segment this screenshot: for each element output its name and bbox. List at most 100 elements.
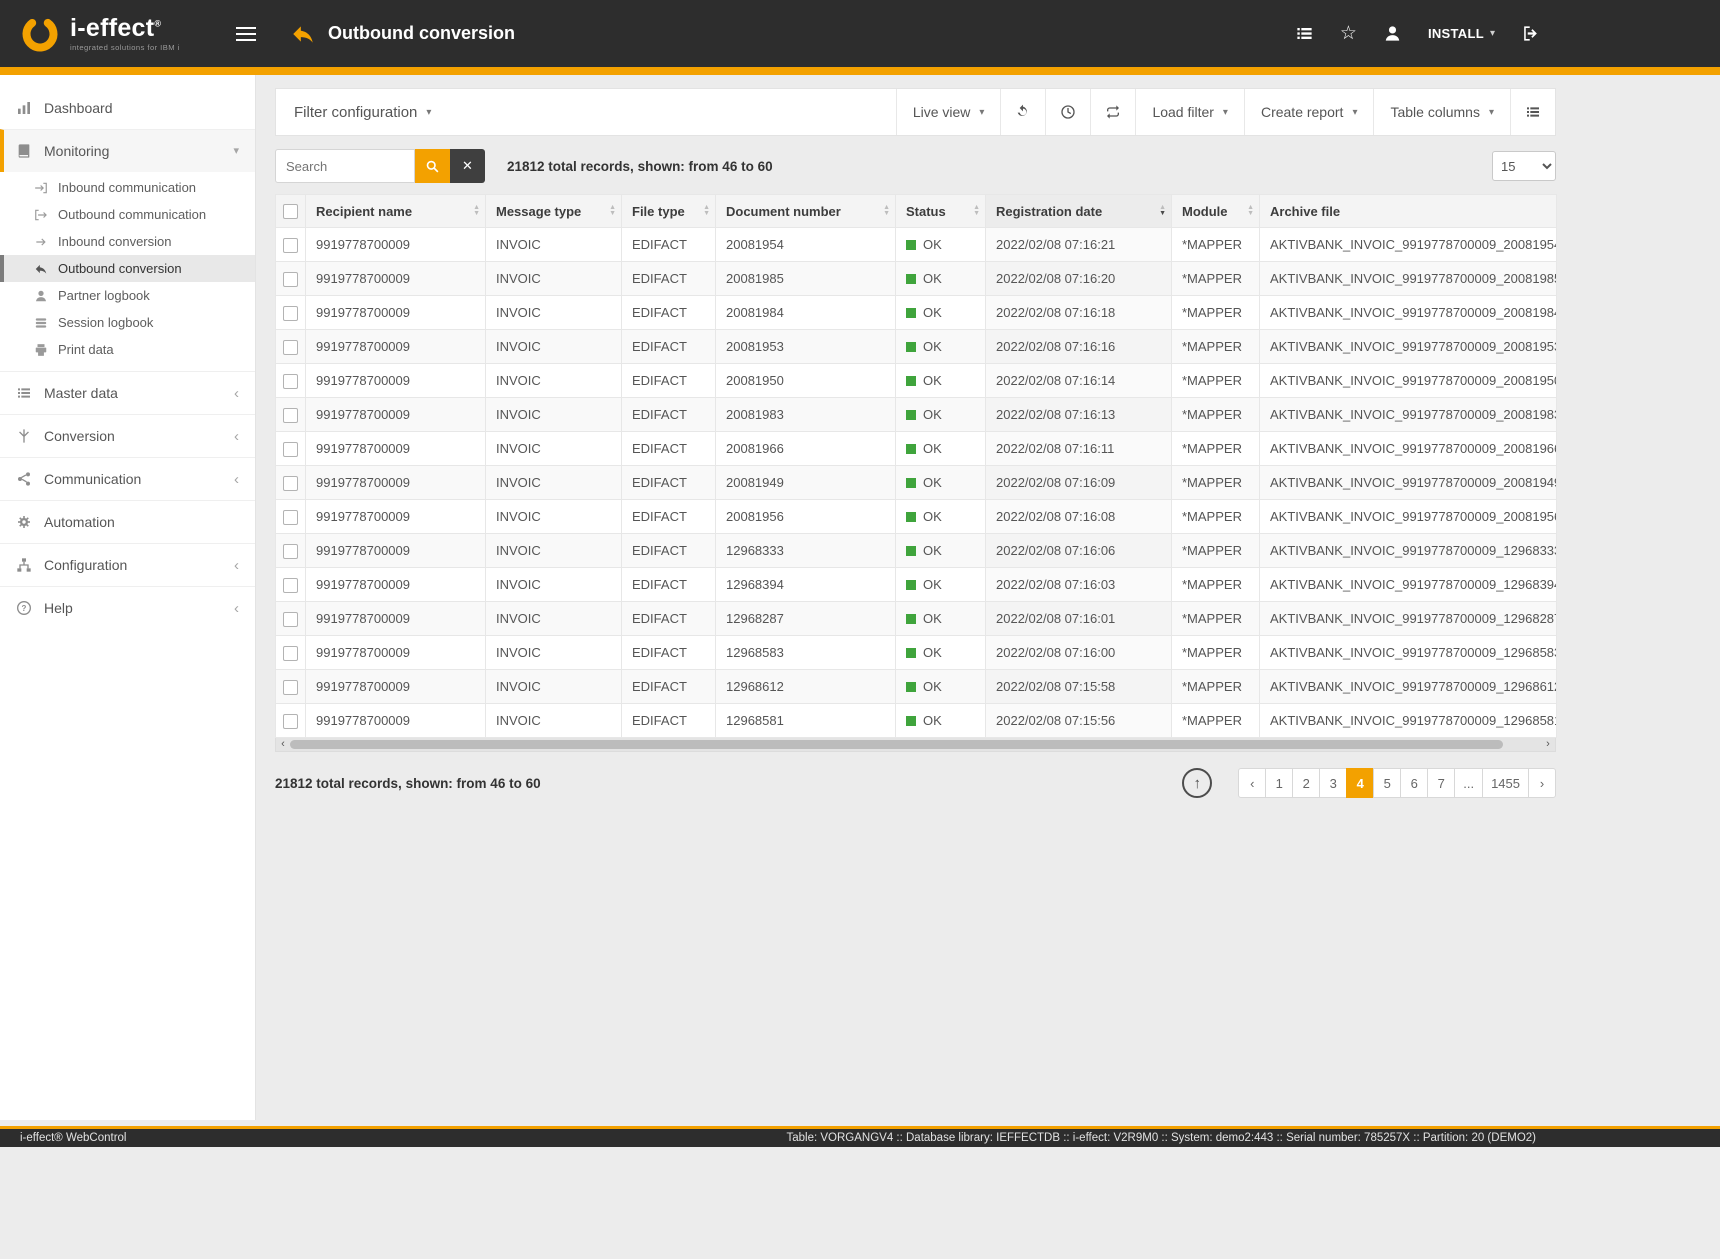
pagination-page-1455[interactable]: 1455 xyxy=(1482,768,1529,798)
row-checkbox[interactable] xyxy=(283,340,298,355)
sidebar-item-configuration[interactable]: Configuration ‹ xyxy=(0,543,255,586)
sidebar-item-communication[interactable]: Communication ‹ xyxy=(0,457,255,500)
logo[interactable]: i-effect® integrated solutions for IBM i xyxy=(20,14,216,54)
create-report-button[interactable]: Create report ▾ xyxy=(1244,89,1374,135)
clear-search-button[interactable]: ✕ xyxy=(450,149,485,183)
auto-refresh-button[interactable] xyxy=(1090,89,1135,135)
row-checkbox[interactable] xyxy=(283,510,298,525)
table-row[interactable]: 9919778700009 INVOIC EDIFACT 20081985 OK… xyxy=(276,262,1557,296)
row-checkbox[interactable] xyxy=(283,476,298,491)
pagination-prev[interactable]: ‹ xyxy=(1238,768,1266,798)
menu-toggle-button[interactable] xyxy=(226,23,266,45)
pagination-next[interactable]: › xyxy=(1528,768,1556,798)
column-header-message-type[interactable]: Message type▲▼ xyxy=(486,195,622,228)
table-row[interactable]: 9919778700009 INVOIC EDIFACT 12968612 OK… xyxy=(276,670,1557,704)
pagination-page-3[interactable]: 3 xyxy=(1319,768,1347,798)
table-row[interactable]: 9919778700009 INVOIC EDIFACT 20081950 OK… xyxy=(276,364,1557,398)
logout-button[interactable] xyxy=(1513,16,1548,51)
row-checkbox[interactable] xyxy=(283,714,298,729)
table-row[interactable]: 9919778700009 INVOIC EDIFACT 12968333 OK… xyxy=(276,534,1557,568)
queue-button[interactable] xyxy=(1287,16,1322,51)
row-checkbox[interactable] xyxy=(283,374,298,389)
status-ok-icon xyxy=(906,580,916,590)
table-row[interactable]: 9919778700009 INVOIC EDIFACT 20081954 OK… xyxy=(276,228,1557,262)
table-row[interactable]: 9919778700009 INVOIC EDIFACT 20081953 OK… xyxy=(276,330,1557,364)
table-row[interactable]: 9919778700009 INVOIC EDIFACT 20081956 OK… xyxy=(276,500,1557,534)
row-checkbox[interactable] xyxy=(283,306,298,321)
scroll-left-icon[interactable]: ‹ xyxy=(276,738,290,751)
search-input[interactable] xyxy=(275,149,415,183)
table-row[interactable]: 9919778700009 INVOIC EDIFACT 20081966 OK… xyxy=(276,432,1557,466)
status-ok-icon xyxy=(906,682,916,692)
page-size-select[interactable]: 15 xyxy=(1492,151,1556,181)
schedule-button[interactable] xyxy=(1045,89,1090,135)
sidebar-item-conversion[interactable]: Conversion ‹ xyxy=(0,414,255,457)
table-row[interactable]: 9919778700009 INVOIC EDIFACT 12968581 OK… xyxy=(276,704,1557,738)
row-checkbox[interactable] xyxy=(283,272,298,287)
table-row[interactable]: 9919778700009 INVOIC EDIFACT 20081984 OK… xyxy=(276,296,1557,330)
sidebar-item-partner-logbook[interactable]: Partner logbook xyxy=(0,282,255,309)
status-label: OK xyxy=(923,441,942,456)
row-checkbox[interactable] xyxy=(283,646,298,661)
pagination-page-7[interactable]: 7 xyxy=(1427,768,1455,798)
pagination-page-4[interactable]: 4 xyxy=(1346,768,1374,798)
select-all-checkbox[interactable] xyxy=(283,204,298,219)
refresh-button[interactable] xyxy=(1000,89,1045,135)
pagination-page-2[interactable]: 2 xyxy=(1292,768,1320,798)
scroll-to-top-button[interactable]: ↑ xyxy=(1182,768,1212,798)
sidebar-item-inbound-conversion[interactable]: Inbound conversion xyxy=(0,228,255,255)
row-checkbox[interactable] xyxy=(283,238,298,253)
pagination-page-6[interactable]: 6 xyxy=(1400,768,1428,798)
sidebar-item-outbound-communication[interactable]: Outbound communication xyxy=(0,201,255,228)
horizontal-scrollbar[interactable]: ‹ › xyxy=(275,738,1556,752)
user-button[interactable] xyxy=(1375,16,1410,51)
column-header-recipient-name[interactable]: Recipient name▲▼ xyxy=(306,195,486,228)
install-menu-button[interactable]: INSTALL ▾ xyxy=(1420,18,1503,49)
table-columns-button[interactable]: Table columns ▾ xyxy=(1373,89,1510,135)
row-checkbox[interactable] xyxy=(283,408,298,423)
search-button[interactable] xyxy=(415,149,450,183)
status-ok-icon xyxy=(906,274,916,284)
filter-configuration-button[interactable]: Filter configuration ▾ xyxy=(276,89,449,135)
column-header-status[interactable]: Status▲▼ xyxy=(896,195,986,228)
column-header-document-number[interactable]: Document number▲▼ xyxy=(716,195,896,228)
install-menu-label: INSTALL xyxy=(1428,26,1484,41)
favorites-button[interactable]: ☆ xyxy=(1332,16,1365,51)
column-header-registration-date[interactable]: Registration date▲▼ xyxy=(986,195,1172,228)
row-checkbox[interactable] xyxy=(283,612,298,627)
cell-file-type: EDIFACT xyxy=(622,670,716,704)
table-row[interactable]: 9919778700009 INVOIC EDIFACT 12968394 OK… xyxy=(276,568,1557,602)
scroll-right-icon[interactable]: › xyxy=(1541,738,1555,751)
sidebar-item-monitoring[interactable]: Monitoring ▾ xyxy=(0,129,255,172)
user-icon xyxy=(1383,24,1402,43)
outbound-communication-icon xyxy=(34,208,48,222)
sidebar-item-inbound-communication[interactable]: Inbound communication xyxy=(0,174,255,201)
sidebar-item-automation[interactable]: Automation xyxy=(0,500,255,543)
sidebar-item-print-data[interactable]: Print data xyxy=(0,336,255,363)
sidebar-item-dashboard[interactable]: Dashboard xyxy=(0,87,255,129)
column-header-archive-file[interactable]: Archive file xyxy=(1260,195,1557,228)
sidebar-item-help[interactable]: ? Help ‹ xyxy=(0,586,255,629)
pagination-page-1[interactable]: 1 xyxy=(1265,768,1293,798)
pagination-page-5[interactable]: 5 xyxy=(1373,768,1401,798)
sidebar-item-master-data[interactable]: Master data ‹ xyxy=(0,371,255,414)
help-icon: ? xyxy=(16,600,32,616)
column-header-module[interactable]: Module▲▼ xyxy=(1172,195,1260,228)
scrollbar-thumb[interactable] xyxy=(290,740,1503,749)
table-row[interactable]: 9919778700009 INVOIC EDIFACT 12968583 OK… xyxy=(276,636,1557,670)
live-view-button[interactable]: Live view ▾ xyxy=(896,89,1001,135)
table-row[interactable]: 9919778700009 INVOIC EDIFACT 20081949 OK… xyxy=(276,466,1557,500)
load-filter-button[interactable]: Load filter ▾ xyxy=(1135,89,1244,135)
sidebar-item-session-logbook[interactable]: Session logbook xyxy=(0,309,255,336)
list-view-button[interactable] xyxy=(1510,89,1555,135)
chevron-left-icon: ‹ xyxy=(234,601,239,616)
cell-registration-date: 2022/02/08 07:16:20 xyxy=(986,262,1172,296)
row-checkbox[interactable] xyxy=(283,544,298,559)
row-checkbox[interactable] xyxy=(283,578,298,593)
column-header-file-type[interactable]: File type▲▼ xyxy=(622,195,716,228)
row-checkbox[interactable] xyxy=(283,680,298,695)
table-row[interactable]: 9919778700009 INVOIC EDIFACT 12968287 OK… xyxy=(276,602,1557,636)
sidebar-item-outbound-conversion[interactable]: Outbound conversion xyxy=(0,255,255,282)
row-checkbox[interactable] xyxy=(283,442,298,457)
table-row[interactable]: 9919778700009 INVOIC EDIFACT 20081983 OK… xyxy=(276,398,1557,432)
